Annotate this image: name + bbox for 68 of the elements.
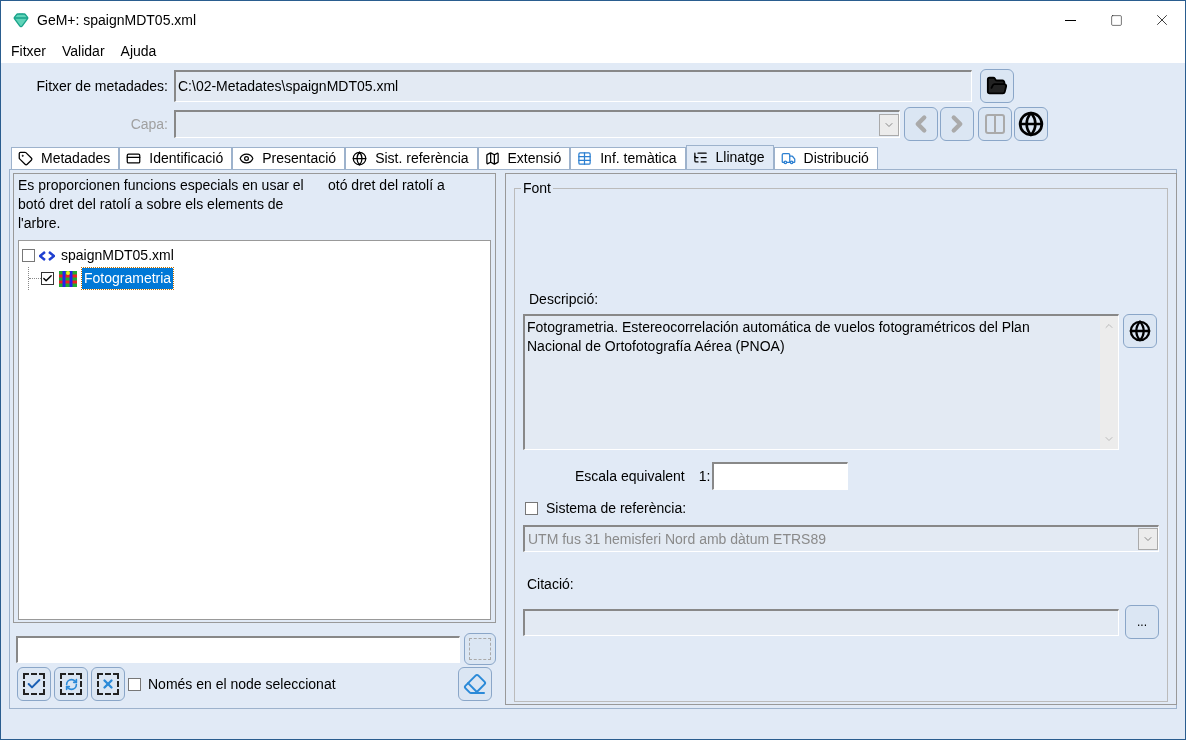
menu-item[interactable]: Validar [62, 40, 105, 62]
browse-button[interactable]: ... [1125, 605, 1159, 639]
tab[interactable]: Identificació [119, 147, 233, 169]
map-icon [484, 151, 500, 166]
dashed-check-icon [23, 673, 45, 695]
window-title: GeM+: spaignMDT05.xml [37, 10, 197, 30]
checkbox[interactable] [128, 677, 141, 691]
globe-link-button[interactable] [1014, 107, 1048, 141]
help-text-fragment: otó dret del ratolí a [328, 176, 445, 195]
tab[interactable]: Distribució [773, 147, 878, 169]
color-grid-icon [58, 269, 78, 288]
globe-search-button[interactable] [1123, 314, 1157, 348]
field-label: Escala equivalent [575, 466, 685, 486]
field-label: Citació: [527, 575, 575, 594]
globe-icon [1018, 111, 1044, 137]
description-text: Fotogrametria. Estereocorrelación automática de vuelos fotogramétricos del Plan Nacional de Ortofotografía Aérea (PNOA) [526, 318, 1031, 356]
tree-icon [692, 150, 708, 165]
field-label: Fitxer de metadades: [35, 76, 169, 96]
dashed-refresh-icon [60, 673, 82, 695]
uncheck-all-button[interactable] [91, 667, 125, 701]
open-folder-button[interactable] [980, 69, 1014, 103]
invert-selection-button[interactable] [54, 667, 88, 701]
layer-dropdown[interactable] [174, 110, 900, 138]
scale-field[interactable] [712, 462, 849, 490]
field-label: Descripció: [529, 290, 600, 309]
checkbox-label: Sistema de referència: [546, 499, 687, 518]
tree-checkbox[interactable] [22, 249, 35, 262]
tree-checkbox[interactable] [41, 272, 54, 285]
menu-item[interactable]: Fitxer [11, 40, 46, 62]
tab[interactable]: Extensió [477, 147, 571, 169]
dashed-x-icon [97, 673, 119, 695]
globe-icon [352, 151, 368, 166]
previous-button[interactable] [904, 107, 938, 141]
table-icon [577, 151, 593, 166]
tree-item[interactable]: spaignMDT05.xml [59, 245, 176, 266]
checkbox-label: Només en el node seleccionat [148, 674, 336, 694]
eraser-button[interactable] [458, 667, 492, 701]
globe-icon [1129, 320, 1151, 342]
eraser-icon [463, 672, 487, 696]
group-title: Font [521, 180, 553, 196]
next-button[interactable] [940, 107, 974, 141]
description-field[interactable]: Fotogrametria. Estereocorrelación automática de vuelos fotogramétricos del Plan Nacional de Ortofotografía Aérea (PNOA) [523, 314, 1119, 450]
tree-item[interactable]: Fotogrametria [82, 268, 174, 289]
card-icon [126, 151, 142, 166]
citation-field[interactable] [523, 608, 1119, 636]
tab[interactable]: Inf. temàtica [570, 147, 686, 169]
gem-icon [13, 12, 29, 28]
code-brackets-icon [39, 250, 55, 261]
filter-field[interactable] [16, 635, 460, 663]
truck-icon [780, 151, 796, 166]
columns-icon [983, 112, 1007, 136]
tab[interactable]: Llinatge [685, 145, 774, 169]
tag-icon [18, 151, 33, 166]
folder-icon [986, 75, 1008, 97]
eye-icon [239, 151, 255, 166]
dashed-square-icon [469, 638, 491, 660]
tab[interactable]: Sist. referència [345, 147, 478, 169]
scale-prefix: 1: [698, 466, 711, 486]
help-text: Es proporcionen funcions especials en usar el botó dret del ratolí a sobre els elements de l'arbre. [18, 176, 305, 233]
tab[interactable]: Metadades [11, 147, 120, 169]
file-path-field[interactable]: C:\02-Metadates\spaignMDT05.xml [174, 70, 972, 102]
tab[interactable]: Presentació [232, 147, 346, 169]
menu-item[interactable]: Ajuda [120, 40, 157, 62]
field-label: Capa: [129, 114, 169, 134]
maximize-icon [1109, 13, 1123, 27]
minimize-icon [1064, 19, 1076, 21]
check-all-button[interactable] [17, 667, 51, 701]
selection-button[interactable] [464, 633, 496, 665]
